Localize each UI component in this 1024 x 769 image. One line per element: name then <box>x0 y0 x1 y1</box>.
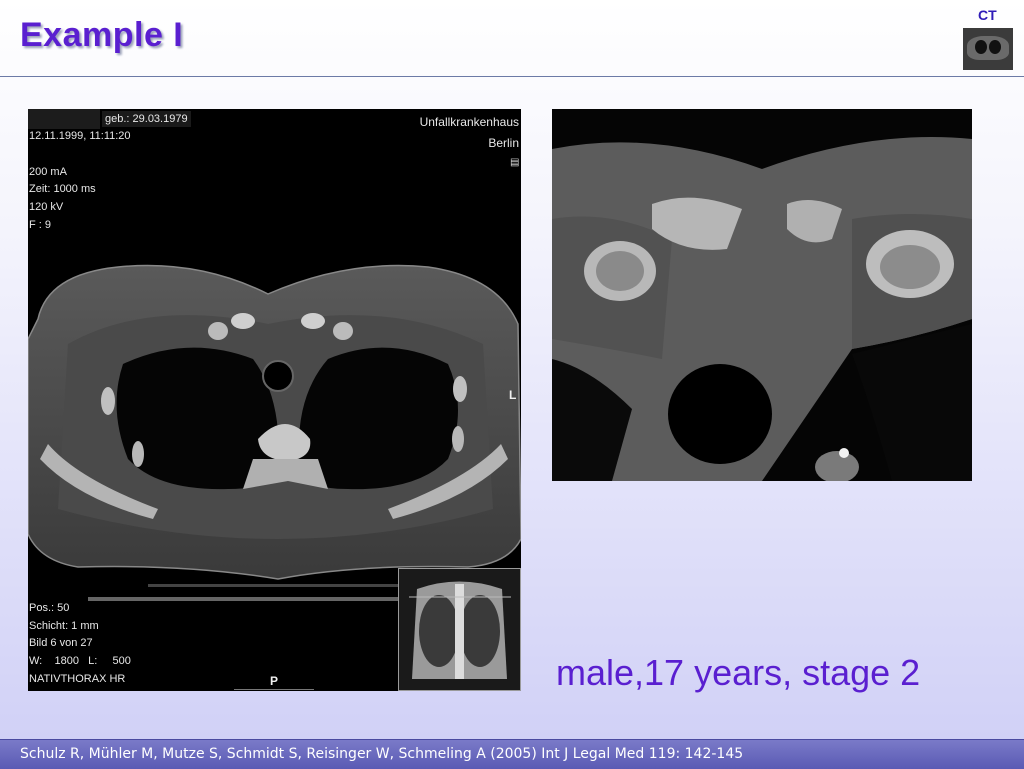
scan-info: Pos.: 50 <box>29 602 70 614</box>
scan-info: W: 1800 L: 500 <box>29 655 131 667</box>
orientation-posterior-marker: P <box>270 674 279 688</box>
scan-param: Zeit: 1000 ms <box>29 183 96 195</box>
hospital-line2: Berlin <box>488 136 519 150</box>
ct-zoom-image <box>552 109 972 481</box>
scan-param: 120 kV <box>29 201 64 213</box>
header-rule <box>0 76 1024 77</box>
orientation-left-marker: L <box>509 388 517 402</box>
patient-name-block <box>28 109 100 129</box>
scan-info: Schicht: 1 mm <box>29 620 99 632</box>
sternoclavicular-zoom <box>552 137 972 481</box>
slide-caption: male,17 years, stage 2 <box>556 652 921 693</box>
ct-thumbnail-icon <box>963 28 1013 70</box>
scan-param: F : 9 <box>29 219 52 231</box>
scan-info: NATIVTHORAX HR <box>29 673 126 685</box>
footer-bar: Schulz R, Mühler M, Mutze S, Schmidt S, … <box>0 739 1024 769</box>
scan-param: 200 mA <box>29 166 67 178</box>
stack-icon: ▤ <box>510 157 520 168</box>
ct-badge: CT <box>978 7 997 23</box>
birth-date: geb.: 29.03.1979 <box>102 111 191 127</box>
slide-title: Example I <box>20 16 184 54</box>
scan-datetime: 12.11.1999, 11:11:20 <box>29 130 131 142</box>
hospital-line1: Unfallkrankenhaus <box>419 115 519 129</box>
posterior-line <box>234 689 314 690</box>
scout-image <box>398 568 521 691</box>
scan-info: Bild 6 von 27 <box>29 637 93 649</box>
ct-scan-image: geb.: 29.03.1979 12.11.1999, 11:11:20 Un… <box>28 109 521 691</box>
chest-xray-scout <box>399 569 520 690</box>
footer-citation: Schulz R, Mühler M, Mutze S, Schmidt S, … <box>20 746 744 762</box>
